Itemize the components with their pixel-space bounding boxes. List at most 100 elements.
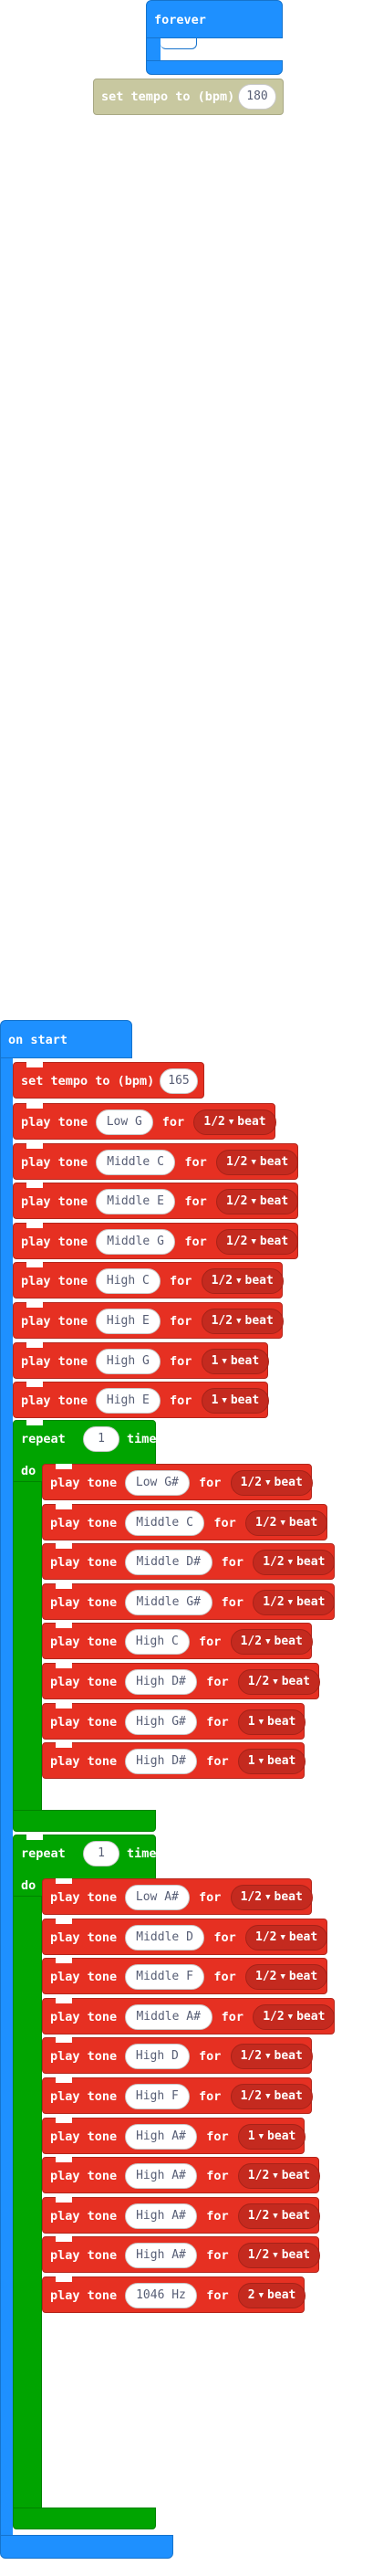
for-label: for [206, 2209, 229, 2224]
beat-dropdown[interactable]: 1/2 ▼ beat [230, 1629, 313, 1655]
beat-dropdown[interactable]: 1/2 ▼ beat [201, 1309, 284, 1334]
play-tone-block[interactable]: play tone High D for 1/2 ▼ beat [42, 2037, 313, 2074]
beat-dropdown[interactable]: 1/2 ▼ beat [237, 2243, 321, 2268]
beat-dropdown[interactable]: 1/2 ▼ beat [237, 2203, 321, 2229]
play-tone-block[interactable]: play tone Middle C for 1/2 ▼ beat [13, 1143, 299, 1180]
note-input[interactable]: Middle G [95, 1229, 176, 1255]
note-input[interactable]: High A# [124, 2203, 198, 2229]
beat-dropdown[interactable]: 1 ▼ beat [237, 1749, 306, 1774]
beat-dropdown[interactable]: 1/2 ▼ beat [237, 2163, 321, 2189]
play-tone-block[interactable]: play tone Middle F for 1/2 ▼ beat [42, 1958, 328, 1994]
play-tone-block[interactable]: play tone High C for 1/2 ▼ beat [13, 1262, 284, 1299]
note-input[interactable]: Middle D [124, 1925, 205, 1950]
beat-dropdown[interactable]: 1/2 ▼ beat [253, 1590, 336, 1615]
beat-dropdown[interactable]: 1/2 ▼ beat [245, 1510, 328, 1536]
beat-dropdown[interactable]: 1/2 ▼ beat [193, 1109, 276, 1135]
beat-dropdown[interactable]: 1 ▼ beat [237, 2124, 306, 2150]
note-input[interactable]: High A# [124, 2243, 198, 2268]
beat-dropdown[interactable]: 1/2 ▼ beat [230, 1885, 313, 1910]
note-input[interactable]: Middle C [124, 1510, 205, 1536]
chevron-down-icon: ▼ [265, 1893, 271, 1902]
note-input[interactable]: Middle C [95, 1150, 176, 1175]
note-input[interactable]: Low A# [124, 1885, 190, 1910]
note-input[interactable]: High D# [124, 1749, 198, 1774]
beat-dropdown[interactable]: 1/2 ▼ beat [253, 1550, 336, 1575]
play-tone-block[interactable]: play tone Low G for 1/2 ▼ beat [13, 1103, 276, 1140]
note-input[interactable]: High C [95, 1268, 161, 1294]
play-tone-block[interactable]: play tone High A# for 1/2 ▼ beat [42, 2197, 321, 2234]
set-tempo-block[interactable]: set tempo to (bpm) 165 [13, 1062, 204, 1099]
note-input[interactable]: High F [124, 2084, 190, 2109]
play-tone-block[interactable]: play tone High C for 1/2 ▼ beat [42, 1623, 313, 1659]
on-start-block[interactable]: on start [0, 1020, 132, 1058]
play-tone-block[interactable]: play tone Middle D for 1/2 ▼ beat [42, 1919, 328, 1955]
play-tone-block[interactable]: play tone High A# for 1 ▼ beat [42, 2118, 306, 2154]
block-notch [26, 1262, 43, 1267]
beat-dropdown[interactable]: 1/2 ▼ beat [216, 1189, 299, 1214]
play-tone-label: play tone [50, 1890, 118, 1905]
block-notch [56, 2236, 72, 2242]
note-input[interactable]: Middle A# [124, 2004, 212, 2030]
ghost-set-tempo-block[interactable]: set tempo to (bpm) 180 [93, 79, 284, 115]
beat-dropdown[interactable]: 1/2 ▼ beat [216, 1229, 299, 1255]
note-input[interactable]: Low G# [124, 1470, 190, 1496]
note-input[interactable]: High C [124, 1629, 190, 1655]
play-tone-block[interactable]: play tone Low G# for 1/2 ▼ beat [42, 1464, 313, 1500]
play-tone-block[interactable]: play tone Middle A# for 1/2 ▼ beat [42, 1998, 336, 2035]
note-input[interactable]: High E [95, 1388, 161, 1414]
play-tone-block[interactable]: play tone 1046 Hz for 2 ▼ beat [42, 2276, 306, 2313]
ghost-tempo-input[interactable]: 180 [238, 84, 276, 110]
note-input[interactable]: High D# [124, 1669, 198, 1695]
play-tone-block[interactable]: play tone High E for 1/2 ▼ beat [13, 1302, 284, 1339]
play-tone-block[interactable]: play tone Middle D# for 1/2 ▼ beat [42, 1543, 336, 1580]
chevron-down-icon: ▼ [222, 1396, 227, 1405]
note-input[interactable]: High A# [124, 2124, 198, 2150]
note-input[interactable]: High D [124, 2044, 190, 2069]
beat-label: beat [281, 1675, 311, 1688]
beat-dropdown[interactable]: 1/2 ▼ beat [230, 1470, 313, 1496]
tempo-input[interactable]: 165 [160, 1068, 198, 1094]
beat-dropdown[interactable]: 1/2 ▼ beat [253, 2004, 336, 2030]
block-notch [56, 1958, 72, 1963]
beat-dropdown[interactable]: 1/2 ▼ beat [201, 1268, 284, 1294]
note-input[interactable]: High A# [124, 2163, 198, 2189]
beat-dropdown[interactable]: 1/2 ▼ beat [230, 2084, 313, 2109]
forever-block[interactable]: forever [146, 0, 283, 38]
note-input[interactable]: High G# [124, 1709, 198, 1735]
for-label: for [206, 1675, 229, 1689]
beat-dropdown[interactable]: 1/2 ▼ beat [237, 1669, 321, 1695]
play-tone-block[interactable]: play tone High D# for 1 ▼ beat [42, 1742, 306, 1779]
note-input[interactable]: High E [95, 1309, 161, 1334]
play-tone-block[interactable]: play tone High G for 1 ▼ beat [13, 1342, 270, 1379]
repeat-times-input[interactable]: 1 [83, 1841, 119, 1866]
note-input[interactable]: High G [95, 1349, 161, 1374]
note-input[interactable]: 1046 Hz [124, 2283, 198, 2308]
beat-dropdown[interactable]: 1 ▼ beat [237, 1709, 306, 1735]
beat-dropdown[interactable]: 1/2 ▼ beat [245, 1925, 328, 1950]
note-input[interactable]: Middle D# [124, 1550, 212, 1575]
beat-dropdown[interactable]: 1/2 ▼ beat [230, 2044, 313, 2069]
beat-dropdown[interactable]: 1 ▼ beat [201, 1349, 270, 1374]
play-tone-block[interactable]: play tone Middle G# for 1/2 ▼ beat [42, 1583, 336, 1620]
beat-value: 1/2 [263, 1595, 285, 1609]
beat-dropdown[interactable]: 1 ▼ beat [201, 1388, 270, 1414]
block-notch [56, 1742, 72, 1748]
play-tone-block[interactable]: play tone High A# for 1/2 ▼ beat [42, 2236, 321, 2273]
play-tone-block[interactable]: play tone High F for 1/2 ▼ beat [42, 2077, 313, 2114]
play-tone-block[interactable]: play tone High E for 1 ▼ beat [13, 1382, 270, 1418]
beat-dropdown[interactable]: 1/2 ▼ beat [245, 1964, 328, 1990]
play-tone-block[interactable]: play tone High D# for 1/2 ▼ beat [42, 1663, 321, 1699]
note-input[interactable]: Middle G# [124, 1590, 212, 1615]
note-input[interactable]: Low G [95, 1109, 153, 1135]
repeat-times-input[interactable]: 1 [83, 1426, 119, 1452]
play-tone-block[interactable]: play tone Middle C for 1/2 ▼ beat [42, 1504, 328, 1540]
play-tone-block[interactable]: play tone Low A# for 1/2 ▼ beat [42, 1878, 313, 1915]
beat-dropdown[interactable]: 2 ▼ beat [237, 2283, 306, 2308]
play-tone-block[interactable]: play tone Middle G for 1/2 ▼ beat [13, 1223, 299, 1259]
beat-dropdown[interactable]: 1/2 ▼ beat [216, 1150, 299, 1175]
play-tone-block[interactable]: play tone Middle E for 1/2 ▼ beat [13, 1183, 299, 1219]
play-tone-block[interactable]: play tone High G# for 1 ▼ beat [42, 1703, 306, 1740]
note-input[interactable]: Middle F [124, 1964, 205, 1990]
play-tone-block[interactable]: play tone High A# for 1/2 ▼ beat [42, 2157, 321, 2193]
note-input[interactable]: Middle E [95, 1189, 176, 1214]
